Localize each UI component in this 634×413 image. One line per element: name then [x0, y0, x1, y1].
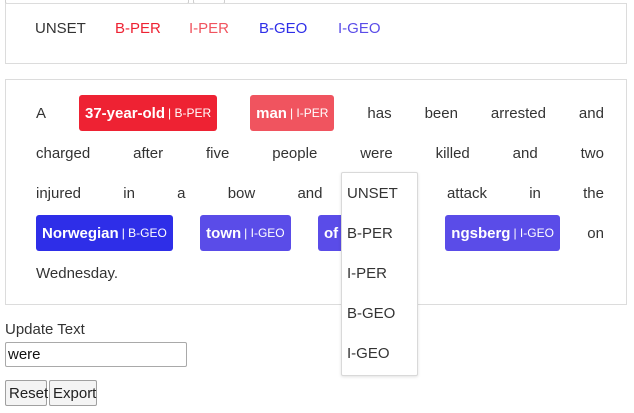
token-word[interactable]: in	[529, 185, 541, 202]
token-word[interactable]: after	[133, 145, 163, 162]
token-text: town	[206, 224, 242, 242]
token-word[interactable]: the	[583, 185, 604, 202]
legend-i-geo[interactable]: I-GEO	[338, 20, 381, 37]
token-word[interactable]: arrested	[491, 105, 546, 122]
legend-b-geo[interactable]: B-GEO	[259, 20, 307, 37]
token-word-selected[interactable]: were	[360, 145, 393, 162]
token-text: of	[323, 224, 339, 242]
token-text: man	[256, 104, 287, 122]
token-word[interactable]: and	[513, 145, 538, 162]
text-line: A 37-year-old | B-PER man | I-PER has been…	[36, 95, 604, 131]
token-entity-i-geo[interactable]: ngsberg | I-GEO	[445, 215, 560, 251]
token-word[interactable]: bow	[228, 185, 256, 202]
token-word[interactable]: and	[297, 185, 322, 202]
token-word[interactable]: Wednesday.	[36, 265, 118, 282]
token-word[interactable]: attack	[447, 185, 487, 202]
token-tag: | I-GEO	[513, 226, 554, 240]
token-text: 37-year-old	[84, 104, 166, 122]
text-line: Wednesday.	[36, 255, 604, 291]
token-entity-i-geo[interactable]: town | I-GEO	[200, 215, 291, 251]
reset-button[interactable]: Reset	[5, 380, 48, 406]
token-word[interactable]: on	[587, 225, 604, 242]
token-word[interactable]: A	[36, 105, 46, 122]
token-word[interactable]: five	[206, 145, 229, 162]
token-word[interactable]: a	[177, 185, 185, 202]
token-word[interactable]: charged	[36, 145, 90, 162]
token-word[interactable]: in	[123, 185, 135, 202]
token-text: Norwegian	[42, 224, 119, 242]
token-word[interactable]: two	[581, 145, 604, 162]
token-tag: | B-PER	[168, 106, 212, 120]
token-word[interactable]: and	[579, 105, 604, 122]
update-text-input[interactable]	[5, 342, 187, 367]
token-word[interactable]: killed	[436, 145, 470, 162]
label-legend: UNSET B-PER I-PER B-GEO I-GEO	[5, 3, 627, 64]
update-text-label: Update Text	[5, 321, 85, 338]
dropdown-option-unset[interactable]: UNSET	[347, 185, 398, 202]
token-word[interactable]: injured	[36, 185, 81, 202]
text-line: Norwegian| B-GEO town| I-GEO of| I ngsbe…	[36, 215, 604, 251]
annotation-text-panel: A 37-year-old | B-PER man | I-PER has been…	[5, 79, 627, 305]
legend-unset[interactable]: UNSET	[35, 20, 86, 37]
dropdown-option-i-geo[interactable]: I-GEO	[347, 345, 390, 362]
token-entity-b-geo[interactable]: Norwegian | B-GEO	[36, 215, 173, 251]
text-line: charged after five people were killed an…	[36, 135, 604, 171]
legend-i-per[interactable]: I-PER	[189, 20, 229, 37]
token-tag: | I-PER	[289, 106, 329, 120]
dropdown-option-b-geo[interactable]: B-GEO	[347, 305, 395, 322]
token-entity-i-per[interactable]: man | I-PER	[250, 95, 335, 131]
token-tag: | I-GEO	[244, 226, 285, 240]
token-text: ngsberg	[451, 224, 511, 242]
legend-b-per[interactable]: B-PER	[115, 20, 161, 37]
label-dropdown-menu: UNSET B-PER I-PER B-GEO I-GEO	[341, 172, 418, 376]
dropdown-option-i-per[interactable]: I-PER	[347, 265, 387, 282]
token-word[interactable]: has	[367, 105, 391, 122]
token-word[interactable]: been	[425, 105, 458, 122]
text-line: injured in a bow and attack in the	[36, 175, 604, 211]
token-entity-b-per[interactable]: 37-year-old | B-PER	[78, 95, 218, 131]
export-button[interactable]: Export	[49, 380, 97, 406]
token-word[interactable]: people	[272, 145, 317, 162]
token-tag: | B-GEO	[121, 226, 167, 240]
dropdown-option-b-per[interactable]: B-PER	[347, 225, 393, 242]
